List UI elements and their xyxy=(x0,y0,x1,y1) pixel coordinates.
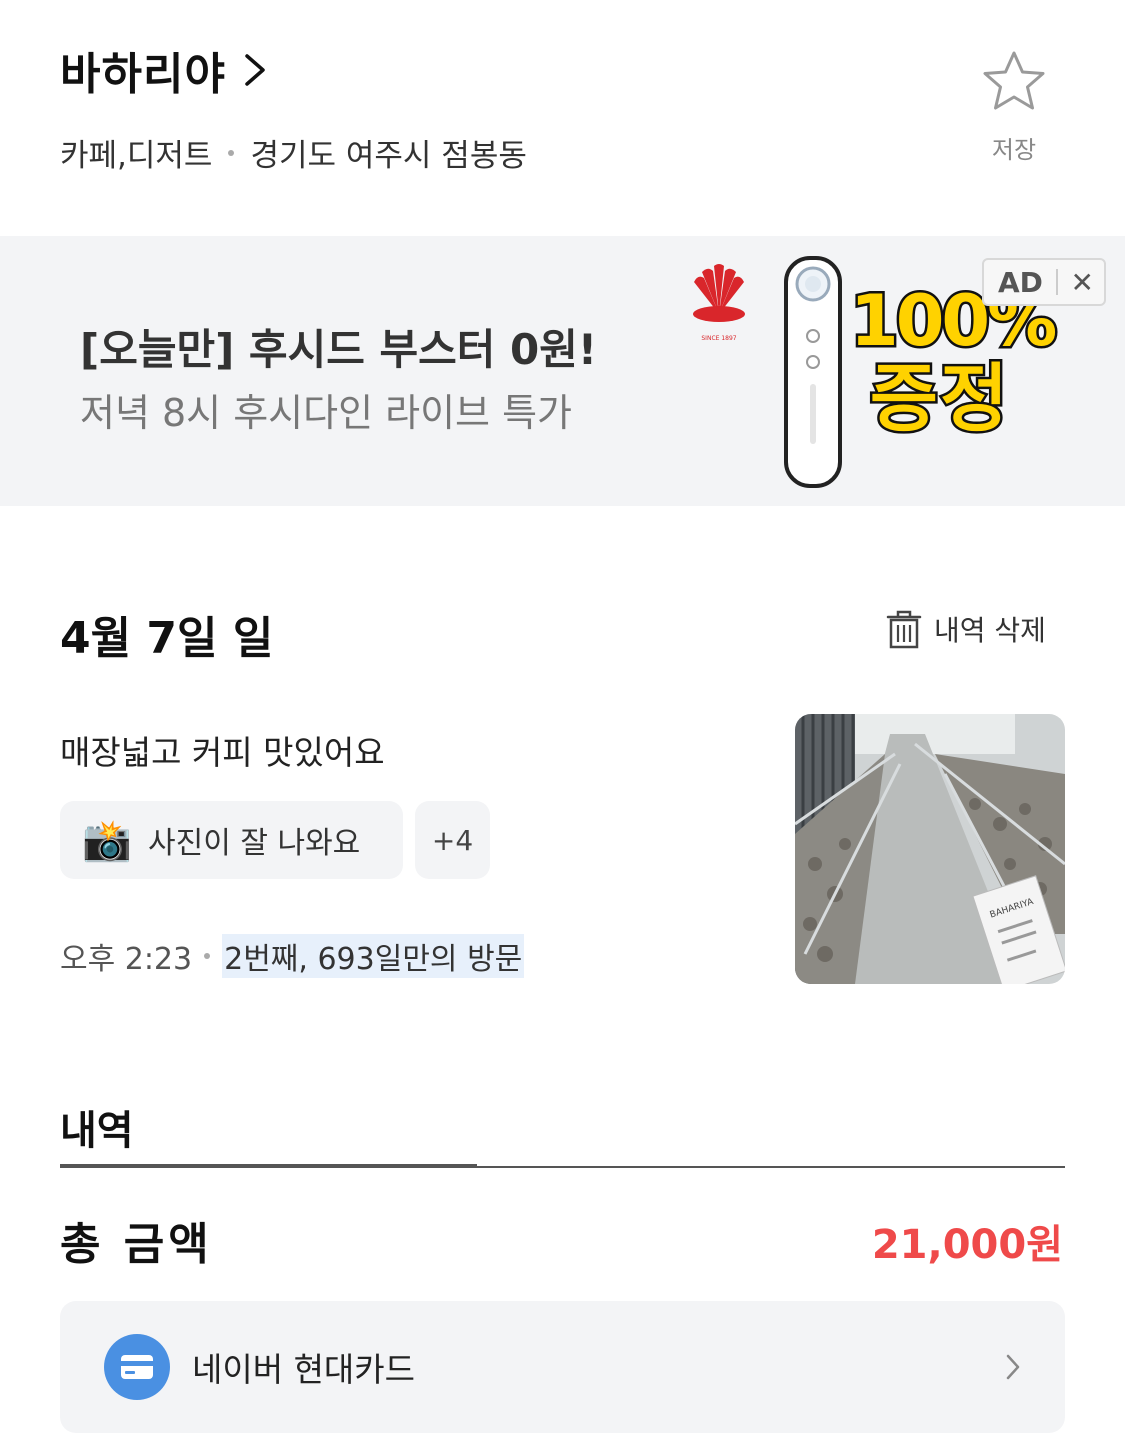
chevron-right-icon xyxy=(245,54,265,86)
save-button[interactable]: 저장 xyxy=(970,50,1058,165)
ad-subtext: 저녁 8시 후시다인 라이브 특가 xyxy=(80,391,573,435)
tab-history[interactable]: 내역 xyxy=(60,1098,134,1156)
payment-method-label: 네이버 현대카드 xyxy=(192,1350,416,1389)
visit-photo-image: BAHARIYA xyxy=(795,714,1065,984)
logo-text: SINCE 1897 xyxy=(701,335,736,342)
save-label: 저장 xyxy=(991,136,1037,164)
ad-badge[interactable]: AD ✕ xyxy=(982,258,1106,306)
visit-date: 4월 7일 일 xyxy=(60,613,274,664)
review-tag-label: 사진이 잘 나와요 xyxy=(148,826,361,861)
ad-badge-divider xyxy=(1055,269,1058,295)
brand-logo-icon: SINCE 1897 xyxy=(693,264,745,342)
credit-card-icon xyxy=(104,1334,170,1400)
place-title: 바하리야 xyxy=(60,49,226,100)
visit-count: 2번째, 693일만의 방문 xyxy=(222,934,525,978)
total-amount: 21,000원 xyxy=(871,1222,1063,1268)
ad-banner[interactable]: [오늘만] 후시드 부스터 0원! 저녁 8시 후시다인 라이브 특가 SINC… xyxy=(0,236,1125,506)
trash-icon xyxy=(886,610,922,649)
chevron-right-icon xyxy=(1006,1354,1020,1380)
review-tag-chip[interactable]: 📸 사진이 잘 나와요 xyxy=(60,801,403,879)
review-text: 매장넓고 커피 맛있어요 xyxy=(60,733,385,772)
payment-method-row[interactable]: 네이버 현대카드 xyxy=(60,1301,1065,1433)
ad-headline: [오늘만] 후시드 부스터 0원! xyxy=(80,325,598,374)
ad-label: AD xyxy=(998,265,1043,299)
place-location: 경기도 여주시 점봉동 xyxy=(250,138,527,174)
more-tags-chip[interactable]: +4 xyxy=(415,801,490,879)
device-product-image xyxy=(784,256,842,488)
close-icon[interactable]: ✕ xyxy=(1071,266,1094,299)
meta-separator xyxy=(204,953,211,959)
visit-photo[interactable]: BAHARIYA xyxy=(795,714,1065,984)
credit-card-glyph xyxy=(121,1355,153,1379)
star-icon xyxy=(983,51,1045,110)
place-title-link[interactable]: 바하리야 xyxy=(60,38,268,102)
ad-promo: 100% 증정 xyxy=(848,284,1060,442)
place-meta: 카페,디저트 경기도 여주시 점봉동 xyxy=(60,130,527,175)
total-label: 총 금액 xyxy=(60,1219,213,1270)
tab-active-indicator xyxy=(60,1164,477,1168)
meta-separator xyxy=(228,149,235,156)
camera-flash-icon: 📸 xyxy=(82,817,132,864)
ad-promo-gift: 증정 xyxy=(867,356,1011,442)
delete-history-button[interactable]: 내역 삭제 xyxy=(886,608,1046,650)
place-header: 바하리야 카페,디저트 경기도 여주시 점봉동 저장 xyxy=(0,0,1125,236)
place-category: 카페,디저트 xyxy=(60,138,213,174)
visit-time: 오후 2:23 xyxy=(60,942,193,977)
delete-label: 내역 삭제 xyxy=(934,614,1046,647)
visit-meta: 오후 2:23 2번째, 693일만의 방문 xyxy=(60,934,525,978)
